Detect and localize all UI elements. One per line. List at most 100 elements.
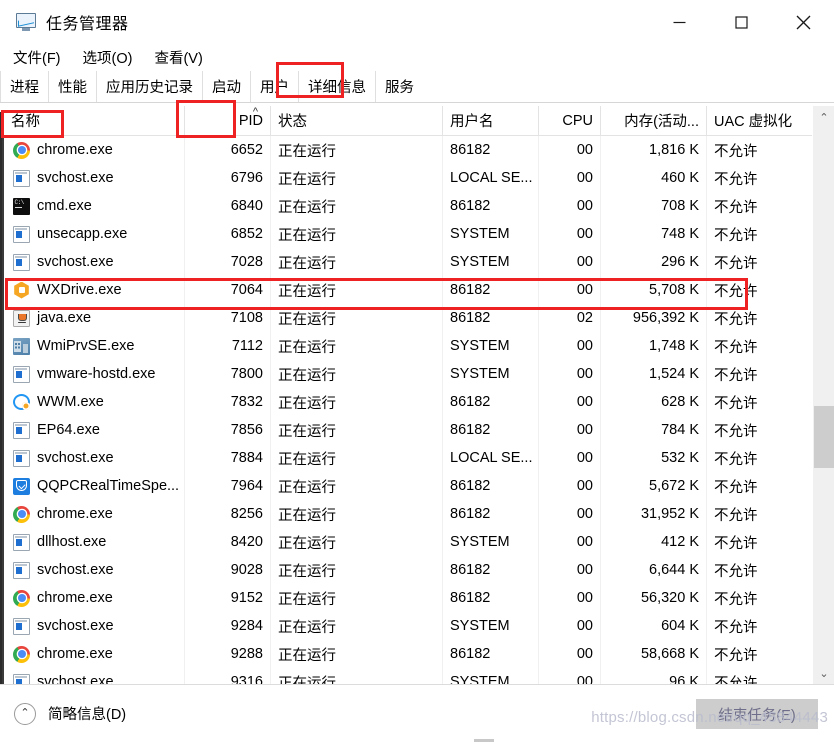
menu-bar: 文件(F) 选项(O) 查看(V) xyxy=(0,44,834,70)
table-row[interactable]: svchost.exe 9028 正在运行 86182 00 6,644 K 不允许 xyxy=(4,556,830,584)
close-button[interactable] xyxy=(772,0,834,44)
table-row[interactable]: unsecapp.exe 6852 正在运行 SYSTEM 00 748 K 不允许 xyxy=(4,220,830,248)
tab-startup[interactable]: 启动 xyxy=(202,71,250,102)
menu-item-options[interactable]: 选项(O) xyxy=(83,47,133,68)
cell-process-name: java.exe xyxy=(4,304,184,332)
table-row[interactable]: java.exe 7108 正在运行 86182 02 956,392 K 不允许 xyxy=(4,304,830,332)
process-name-label: EP64.exe xyxy=(37,422,100,438)
cell-memory: 56,320 K xyxy=(600,584,706,612)
tab-performance[interactable]: 性能 xyxy=(48,71,96,102)
process-name-label: QQPCRealTimeSpe... xyxy=(37,478,180,494)
cell-pid: 9028 xyxy=(184,556,270,584)
cell-process-name: chrome.exe xyxy=(4,136,184,164)
table-row[interactable]: EP64.exe 7856 正在运行 86182 00 784 K 不允许 xyxy=(4,416,830,444)
column-header-name[interactable]: 名称 xyxy=(4,106,184,136)
tab-services[interactable]: 服务 xyxy=(375,71,423,102)
table-row[interactable]: chrome.exe 6652 正在运行 86182 00 1,816 K 不允许 xyxy=(4,136,830,164)
scrollbar-thumb[interactable] xyxy=(814,406,834,468)
table-row[interactable]: WWM.exe 7832 正在运行 86182 00 628 K 不允许 xyxy=(4,388,830,416)
cell-process-name: svchost.exe xyxy=(4,556,184,584)
cell-process-name: chrome.exe xyxy=(4,500,184,528)
table-row[interactable]: svchost.exe 7028 正在运行 SYSTEM 00 296 K 不允许 xyxy=(4,248,830,276)
table-row[interactable]: chrome.exe 9152 正在运行 86182 00 56,320 K 不允许 xyxy=(4,584,830,612)
cell-pid: 8420 xyxy=(184,528,270,556)
menu-item-file[interactable]: 文件(F) xyxy=(13,47,61,68)
column-header-cpu[interactable]: CPU xyxy=(538,105,600,136)
process-name-label: chrome.exe xyxy=(37,590,113,606)
table-row[interactable]: chrome.exe 9288 正在运行 86182 00 58,668 K 不允许 xyxy=(4,640,830,668)
process-name-label: vmware-hostd.exe xyxy=(37,366,156,382)
column-header-memory[interactable]: 内存(活动... xyxy=(600,105,706,136)
scroll-up-icon[interactable]: ⌃ xyxy=(813,106,834,128)
cell-cpu: 00 xyxy=(538,164,600,192)
cell-process-name: QQPCRealTimeSpe... xyxy=(4,472,184,500)
process-name-label: cmd.exe xyxy=(37,198,92,214)
cell-status: 正在运行 xyxy=(270,248,442,276)
tab-app-history[interactable]: 应用历史记录 xyxy=(96,71,202,102)
cell-cpu: 02 xyxy=(538,304,600,332)
cell-cpu: 00 xyxy=(538,500,600,528)
cell-process-name: unsecapp.exe xyxy=(4,220,184,248)
minimize-button[interactable] xyxy=(648,0,710,44)
table-row[interactable]: svchost.exe 7884 正在运行 LOCAL SE... 00 532 K 不允许 xyxy=(4,444,830,472)
process-name-label: svchost.exe xyxy=(37,562,114,578)
cell-process-name: EP64.exe xyxy=(4,416,184,444)
cell-memory: 460 K xyxy=(600,164,706,192)
table-row[interactable]: dllhost.exe 8420 正在运行 SYSTEM 00 412 K 不允许 xyxy=(4,528,830,556)
process-name-label: chrome.exe xyxy=(37,506,113,522)
cell-process-name: svchost.exe xyxy=(4,248,184,276)
tab-processes[interactable]: 进程 xyxy=(0,71,48,102)
title-bar: 任务管理器 xyxy=(0,0,834,44)
tab-users[interactable]: 用户 xyxy=(250,71,298,102)
task-manager-icon xyxy=(16,13,36,31)
table-row[interactable]: cmd.exe6840正在运行8618200708 K不允许 xyxy=(4,192,830,220)
table-row[interactable]: QQPCRealTimeSpe... 7964 正在运行 86182 00 5,672 K… xyxy=(4,472,830,500)
cell-pid: 6840 xyxy=(184,192,270,220)
cell-process-name: WWM.exe xyxy=(4,388,184,416)
maximize-button[interactable] xyxy=(710,0,772,44)
cell-process-name: svchost.exe xyxy=(4,164,184,192)
table-row[interactable]: chrome.exe 8256 正在运行 86182 00 31,952 K 不允许 xyxy=(4,500,830,528)
cell-process-name: svchost.exe xyxy=(4,668,184,684)
cell-status: 正在运行 xyxy=(270,136,442,164)
cell-process-name: WXDrive.exe xyxy=(4,276,184,304)
cell-cpu: 00 xyxy=(538,416,600,444)
cell-status: 正在运行 xyxy=(270,472,442,500)
cell-memory: 58,668 K xyxy=(600,640,706,668)
fewer-details-button[interactable]: ⌃ 简略信息(D) xyxy=(14,702,126,725)
window-left-edge-inner xyxy=(0,112,2,690)
cell-user: SYSTEM xyxy=(442,360,538,388)
window-icon xyxy=(13,617,30,635)
cell-status: 正在运行 xyxy=(270,360,442,388)
column-header-pid[interactable]: PID ^ xyxy=(184,105,270,136)
watermark: https://blog.csdn.net/qq_45844443 xyxy=(591,709,828,726)
window-icon xyxy=(13,225,30,243)
cell-pid: 7112 xyxy=(184,332,270,360)
table-row[interactable]: WmiPrvSE.exe 7112 正在运行 SYSTEM 00 1,748 K 不允许 xyxy=(4,332,830,360)
table-row[interactable]: vmware-hostd.exe 7800 正在运行 SYSTEM 00 1,524 K不… xyxy=(4,360,830,388)
tab-details[interactable]: 详细信息 xyxy=(298,71,375,102)
cell-user: 86182 xyxy=(442,472,538,500)
cell-pid: 6852 xyxy=(184,220,270,248)
column-header-user[interactable]: 用户名 xyxy=(442,105,538,136)
vertical-scrollbar[interactable]: ⌃ ⌄ xyxy=(812,106,834,684)
cell-cpu: 00 xyxy=(538,668,600,684)
scroll-down-icon[interactable]: ⌄ xyxy=(813,662,834,684)
window-icon xyxy=(13,449,30,467)
cell-memory: 628 K xyxy=(600,388,706,416)
cell-process-name: chrome.exe xyxy=(4,584,184,612)
table-row[interactable]: svchost.exe 6796 正在运行 LOCAL SE... 00 460 K 不允许 xyxy=(4,164,830,192)
cell-memory: 1,748 K xyxy=(600,332,706,360)
table-row[interactable]: svchost.exe 9284 正在运行 SYSTEM 00 604 K 不允许 xyxy=(4,612,830,640)
cell-process-name: WmiPrvSE.exe xyxy=(4,332,184,360)
window-title: 任务管理器 xyxy=(46,16,129,33)
process-name-label: WXDrive.exe xyxy=(37,282,122,298)
column-header-status[interactable]: 状态 xyxy=(270,105,442,136)
table-row[interactable]: WXDrive.exe 7064 正在运行 86182 00 5,708 K 不允许 xyxy=(4,276,830,304)
table-row[interactable]: svchost.exe 9316 正在运行 SYSTEM 00 96 K 不允许 xyxy=(4,668,830,684)
cell-user: SYSTEM xyxy=(442,668,538,684)
cell-pid: 9152 xyxy=(184,584,270,612)
cell-cpu: 00 xyxy=(538,332,600,360)
cell-memory: 6,644 K xyxy=(600,556,706,584)
menu-item-view[interactable]: 查看(V) xyxy=(154,47,202,68)
